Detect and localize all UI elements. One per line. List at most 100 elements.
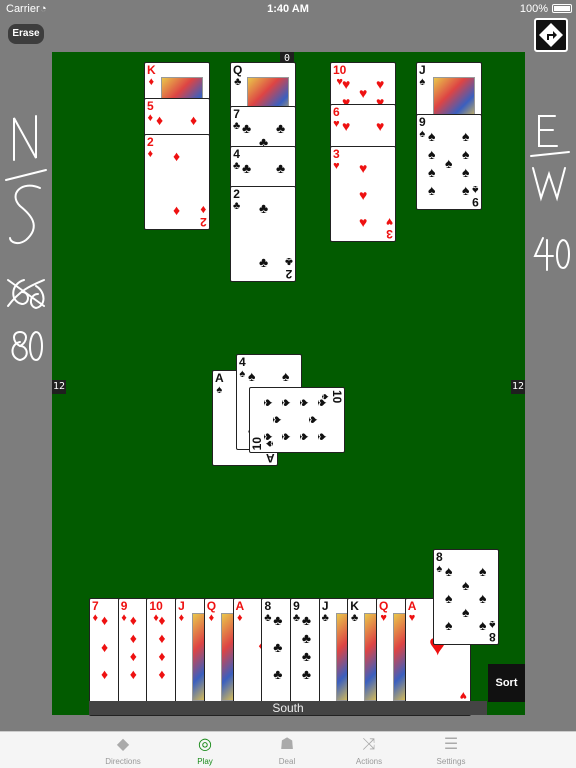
card-rank: 4 (239, 355, 246, 369)
card-suit: ♠ (436, 563, 443, 575)
shuffle-icon: ⤨ (362, 736, 376, 753)
card-corner-index: 9 ♠ (419, 116, 426, 140)
card-suit: ♦ (147, 112, 154, 124)
dummy-card[interactable]: 2 ♦ ♦ ♦ 2 ♦ (144, 134, 210, 230)
card-corner-index: Q ♥ (379, 600, 388, 624)
card-corner-index: 3 ♥ (333, 148, 340, 172)
card-rank: A (407, 599, 417, 613)
card-corner-index: 7 ♦ (92, 600, 99, 624)
card-rank: K (147, 63, 156, 77)
card-rank: K (350, 599, 359, 613)
card-rank: 4 (233, 147, 240, 161)
card-suit: ♥ (380, 612, 387, 624)
card-pips: ♠ ♠ ♠ ♠ ♠ ♠ ♠ ♠ ♠ ♠ (261, 399, 331, 441)
settings-icon: ☰ (443, 736, 459, 753)
dummy-card[interactable]: 3 ♥ ♥ ♥ ♥ 3 ♥ (330, 146, 396, 242)
tab-play[interactable]: ◎ Play (165, 734, 245, 766)
sort-button[interactable]: Sort (488, 664, 525, 702)
card-corner-index: 2 ♣ (233, 188, 240, 212)
card-suit: ♣ (351, 612, 359, 624)
card-corner-index: K ♦ (147, 64, 156, 88)
card-suit: ♠ (419, 128, 426, 140)
card-rank: 8 (264, 599, 272, 613)
card-suit: ♠ (216, 384, 223, 396)
card-rank: 9 (293, 599, 300, 613)
deal-icon: ☗ (279, 736, 295, 753)
card-corner-index: 6 ♥ (333, 106, 340, 130)
dummy-card[interactable]: 9 ♠ ♠ ♠ ♠ ♠ ♠ ♠ ♠ ♠ ♠ 9 ♠ (416, 114, 482, 210)
trick-card[interactable]: 10 ♠ ♠ ♠ ♠ ♠ ♠ ♠ ♠ ♠ ♠ ♠ 10 ♠ (249, 387, 345, 453)
status-bar: Carrier ◔ 1:40 AM 100% (0, 0, 576, 18)
card-corner-index: J ♠ (419, 64, 426, 88)
card-corner-index: J ♦ (178, 600, 185, 624)
tab-label: Deal (278, 757, 296, 766)
clock: 1:40 AM (267, 3, 309, 15)
card-corner-index-inverted: 2 ♦ (200, 203, 207, 229)
card-rank: 5 (147, 99, 154, 113)
card-rank: Q (379, 599, 389, 613)
card-rank: 3 (333, 147, 340, 161)
card-corner-index-inverted: 10 ♠ (250, 436, 276, 450)
card-suit: ♠ (239, 368, 246, 380)
tab-bar: ◆ Directions ◎ Play ☗ Deal ⤨ Actions ☰ Settings (0, 731, 576, 768)
card-rank: J (419, 63, 426, 77)
card-rank: J (178, 599, 185, 613)
card-rank: 10 (330, 390, 344, 404)
card-pips: ♦ ♦ (173, 148, 181, 218)
dummy-card[interactable]: 2 ♣ ♣ ♣ 2 ♣ (230, 186, 296, 282)
card-corner-index: 5 ♦ (147, 100, 154, 124)
card-corner-index-inverted: 3 ♥ (385, 215, 393, 241)
card-rank: A (215, 371, 224, 385)
tab-label: Directions (105, 757, 141, 766)
tab-deal[interactable]: ☗ Deal (247, 734, 327, 766)
card-rank: J (321, 599, 329, 613)
tab-label: Play (197, 757, 213, 766)
tab-settings[interactable]: ☰ Settings (411, 734, 491, 766)
tab-directions[interactable]: ◆ Directions (83, 734, 163, 766)
card-suit: ♠ (419, 76, 426, 88)
card-suit: ♥ (333, 160, 340, 172)
card-suit: ♣ (233, 200, 241, 212)
directions-icon: ◆ (116, 736, 130, 753)
play-icon: ◎ (198, 736, 212, 753)
card-suit: ♦ (92, 612, 99, 624)
tab-actions[interactable]: ⤨ Actions (329, 734, 409, 766)
card-rank: 10 (333, 63, 347, 77)
card-rank: 10 (149, 599, 163, 613)
card-corner-index-inverted: 9 ♠ (472, 183, 479, 209)
card-suit: ♣ (233, 120, 241, 132)
card-pips: ♥ ♥ ♥ (359, 160, 368, 230)
navigation-icon[interactable] (534, 18, 568, 52)
erase-button[interactable]: Erase (8, 24, 44, 44)
card-corner-index: Q ♦ (207, 600, 216, 624)
card-corner-index: A ♠ (215, 372, 224, 396)
score-left: 12 (52, 380, 66, 394)
battery-icon (552, 4, 572, 13)
card-rank: 8 (436, 550, 443, 564)
card-rank: 9 (419, 115, 426, 129)
card-corner-index: 2 ♦ (147, 136, 154, 160)
card-suit: ♥ (408, 612, 416, 624)
card-corner-index: A ♥ (408, 600, 417, 624)
card-corner-index: Q ♣ (233, 64, 242, 88)
card-corner-index: 8 ♠ (436, 551, 443, 575)
card-rank: Q (206, 599, 217, 613)
card-suit: ♦ (121, 612, 127, 624)
card-suit: ♣ (292, 612, 301, 624)
card-corner-index: A ♦ (236, 600, 245, 624)
card-suit: ♦ (148, 76, 155, 88)
handwritten-ew-score (530, 115, 570, 271)
card-corner-index: 4 ♣ (233, 148, 240, 172)
card-rank: 2 (147, 135, 154, 149)
card-rank: 7 (92, 599, 99, 613)
card-suit: ♦ (147, 148, 154, 160)
card-suit: ♥ (333, 118, 340, 130)
selected-hand-card[interactable]: 8 ♠ ♠ ♠ ♠ ♠ ♠ ♠ ♠ ♠ 8 ♠ (433, 549, 499, 645)
card-suit: ♣ (321, 612, 329, 624)
card-pips: ♣ ♣ (259, 200, 269, 270)
card-rank: A (235, 599, 245, 613)
card-corner-index: 7 ♣ (233, 108, 240, 132)
south-label: South (89, 701, 487, 715)
card-rank: 7 (233, 107, 240, 121)
tab-label: Settings (436, 757, 466, 766)
